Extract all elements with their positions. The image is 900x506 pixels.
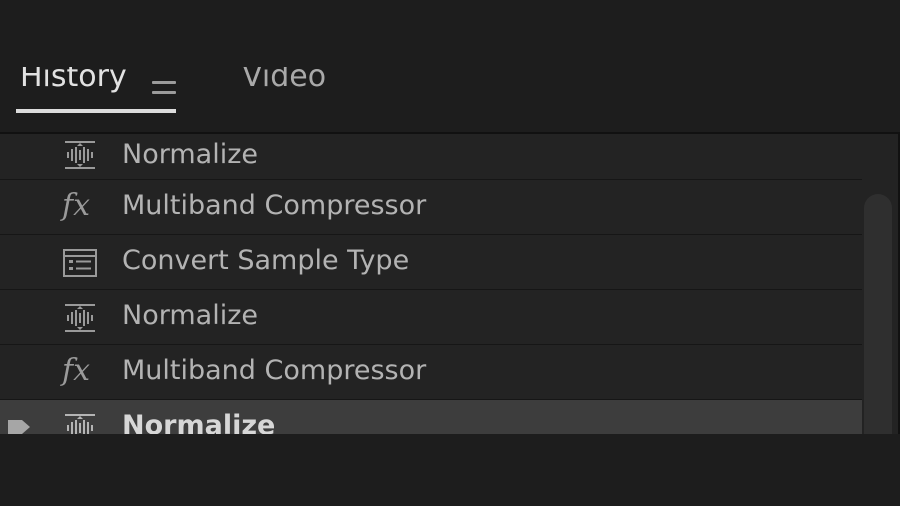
normalize-icon <box>62 303 98 333</box>
history-panel: History Video Normalize fx Multiband Com… <box>0 0 900 506</box>
history-item-label: Multiband Compressor <box>122 355 427 386</box>
history-item-label: Normalize <box>122 300 258 331</box>
tab-history[interactable]: History <box>20 67 127 96</box>
normalize-icon <box>62 140 98 170</box>
vertical-scrollbar[interactable] <box>864 194 892 434</box>
panel-footer <box>0 434 900 506</box>
history-item-selected[interactable]: Normalize <box>0 400 862 434</box>
fx-glyph: fx <box>62 188 91 223</box>
history-list: Normalize fx Multiband Compressor Conver… <box>0 132 900 434</box>
tab-video[interactable]: Video <box>242 67 326 96</box>
history-item[interactable]: Convert Sample Type <box>0 235 862 290</box>
normalize-icon <box>62 413 98 434</box>
fx-icon: fx <box>62 353 98 388</box>
history-item[interactable]: fx Multiband Compressor <box>0 180 862 235</box>
history-item-label: Multiband Compressor <box>122 190 427 221</box>
active-tab-underline <box>16 109 176 113</box>
fx-glyph: fx <box>62 353 91 388</box>
convert-sample-type-icon <box>62 248 98 278</box>
fx-icon: fx <box>62 188 98 223</box>
history-item[interactable]: fx Multiband Compressor <box>0 345 862 400</box>
history-item-label: Normalize <box>122 139 258 170</box>
history-item-label: Convert Sample Type <box>122 245 410 276</box>
history-item-label: Normalize <box>122 410 276 434</box>
current-state-marker-icon <box>6 416 34 434</box>
history-item[interactable]: Normalize <box>0 134 862 180</box>
panel-tab-bar: History Video <box>0 52 900 114</box>
hamburger-menu-icon[interactable] <box>150 78 178 98</box>
history-item[interactable]: Normalize <box>0 290 862 345</box>
